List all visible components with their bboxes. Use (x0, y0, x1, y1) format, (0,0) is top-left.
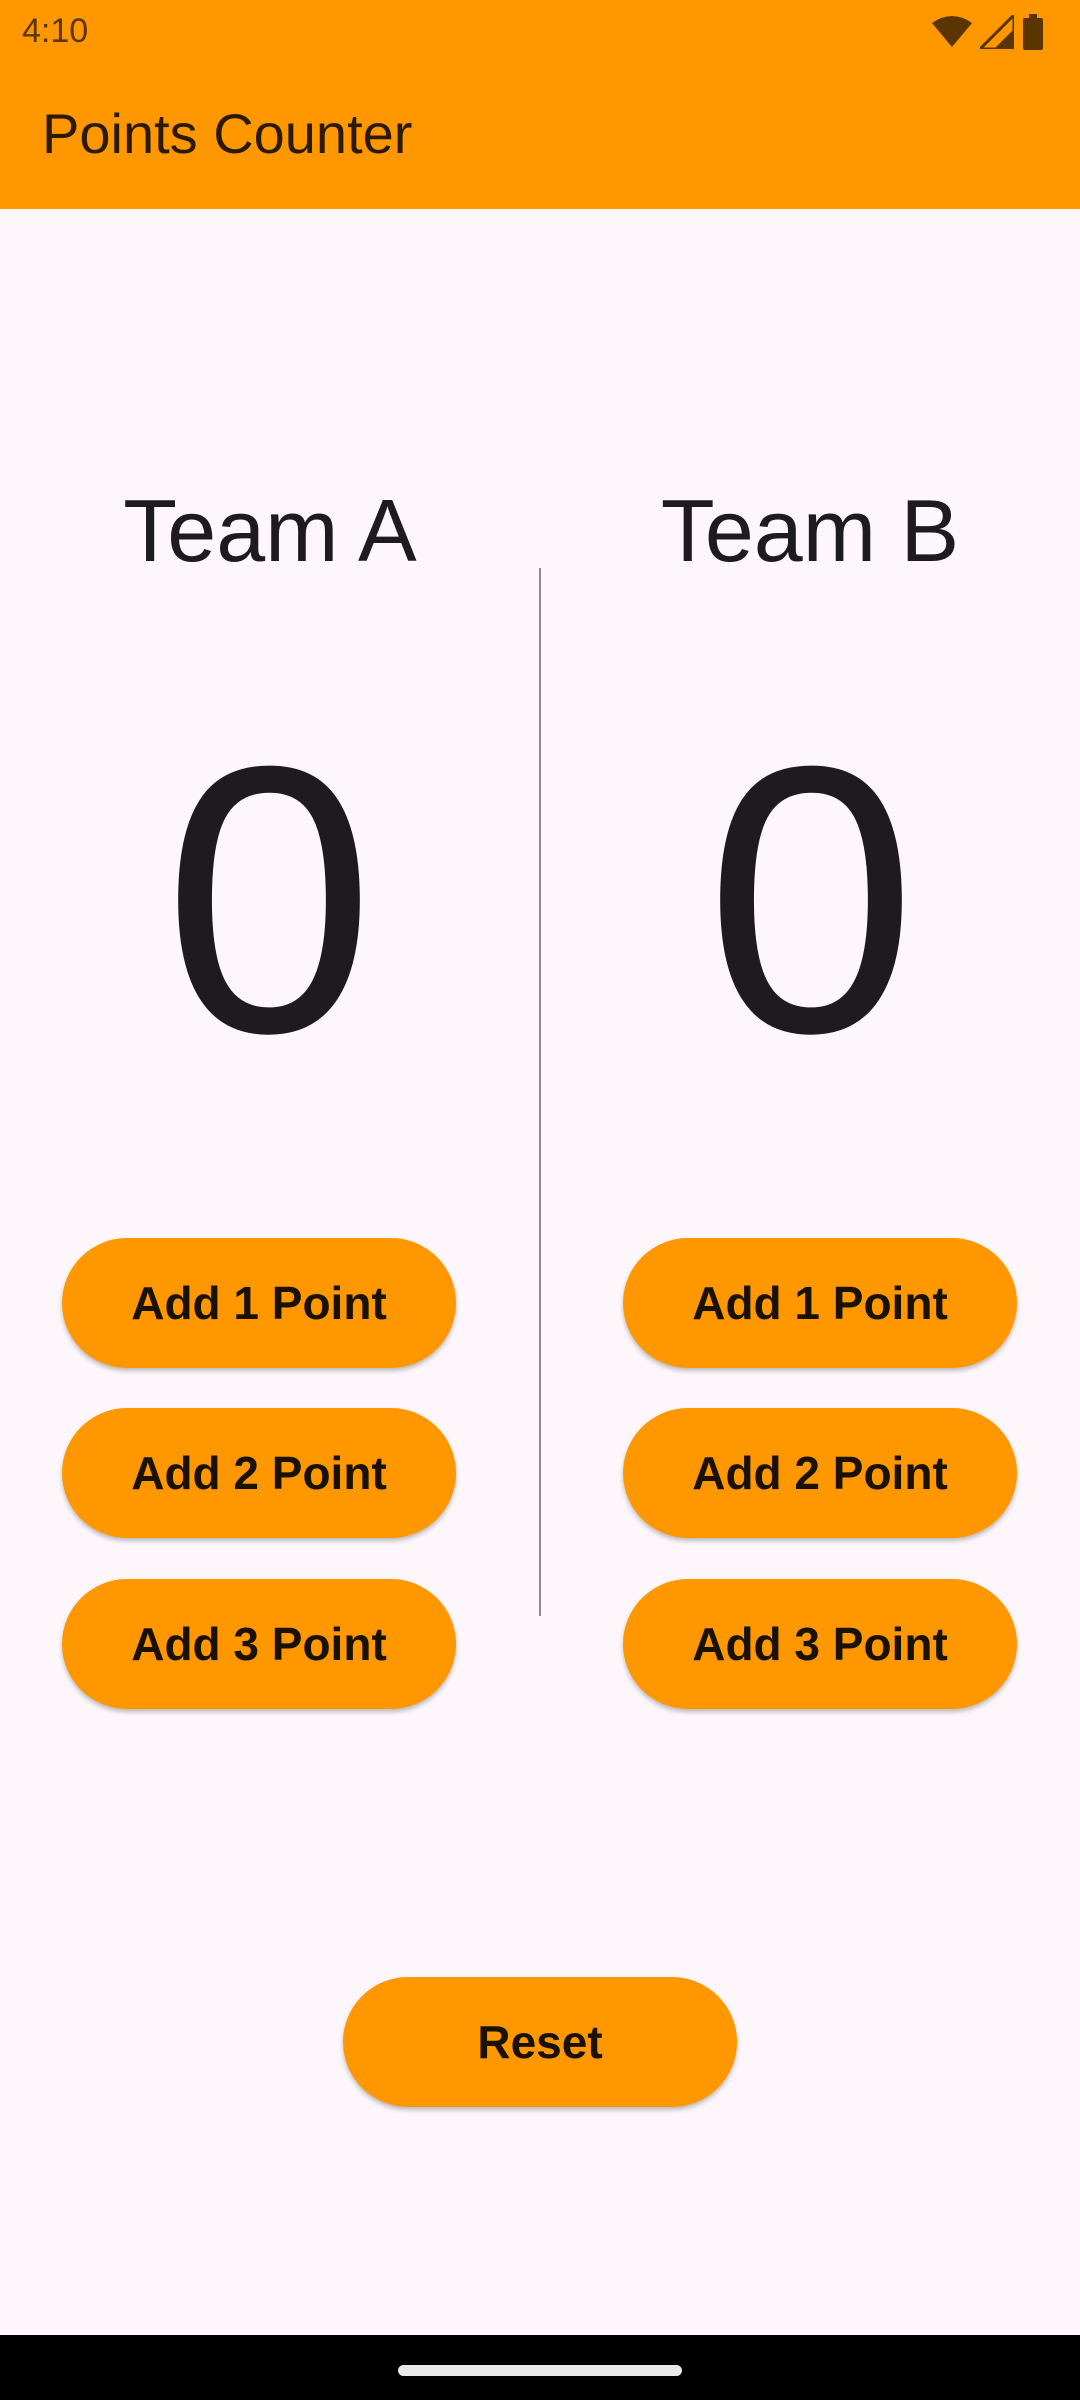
signal-icon (980, 15, 1014, 49)
team-b-add-1-point-button[interactable]: Add 1 Point (623, 1238, 1017, 1368)
battery-icon (1023, 14, 1043, 50)
team-a-add-2-point-button[interactable]: Add 2 Point (62, 1408, 456, 1538)
team-a-score: 0 (163, 687, 375, 1112)
team-b-add-2-point-button[interactable]: Add 2 Point (623, 1408, 1017, 1538)
team-a-add-3-point-button[interactable]: Add 3 Point (62, 1579, 456, 1709)
app-bar: Points Counter (0, 63, 1080, 209)
wifi-icon (932, 16, 972, 47)
app-title: Points Counter (42, 102, 413, 165)
app-screen: 4:10 Points Counter Team A 0 Add 1 Point… (0, 0, 1080, 2400)
status-icons (932, 12, 1044, 52)
team-b-name: Team B (660, 481, 960, 580)
home-gesture-handle[interactable] (398, 2365, 682, 2376)
team-a-name: Team A (123, 481, 417, 580)
team-b-score: 0 (705, 687, 917, 1112)
navigation-bar (0, 2335, 1080, 2400)
status-bar: 4:10 (0, 0, 1080, 63)
team-b-add-3-point-button[interactable]: Add 3 Point (623, 1579, 1017, 1709)
team-a-add-1-point-button[interactable]: Add 1 Point (62, 1238, 456, 1368)
status-time: 4:10 (22, 12, 89, 50)
reset-button[interactable]: Reset (343, 1977, 737, 2107)
